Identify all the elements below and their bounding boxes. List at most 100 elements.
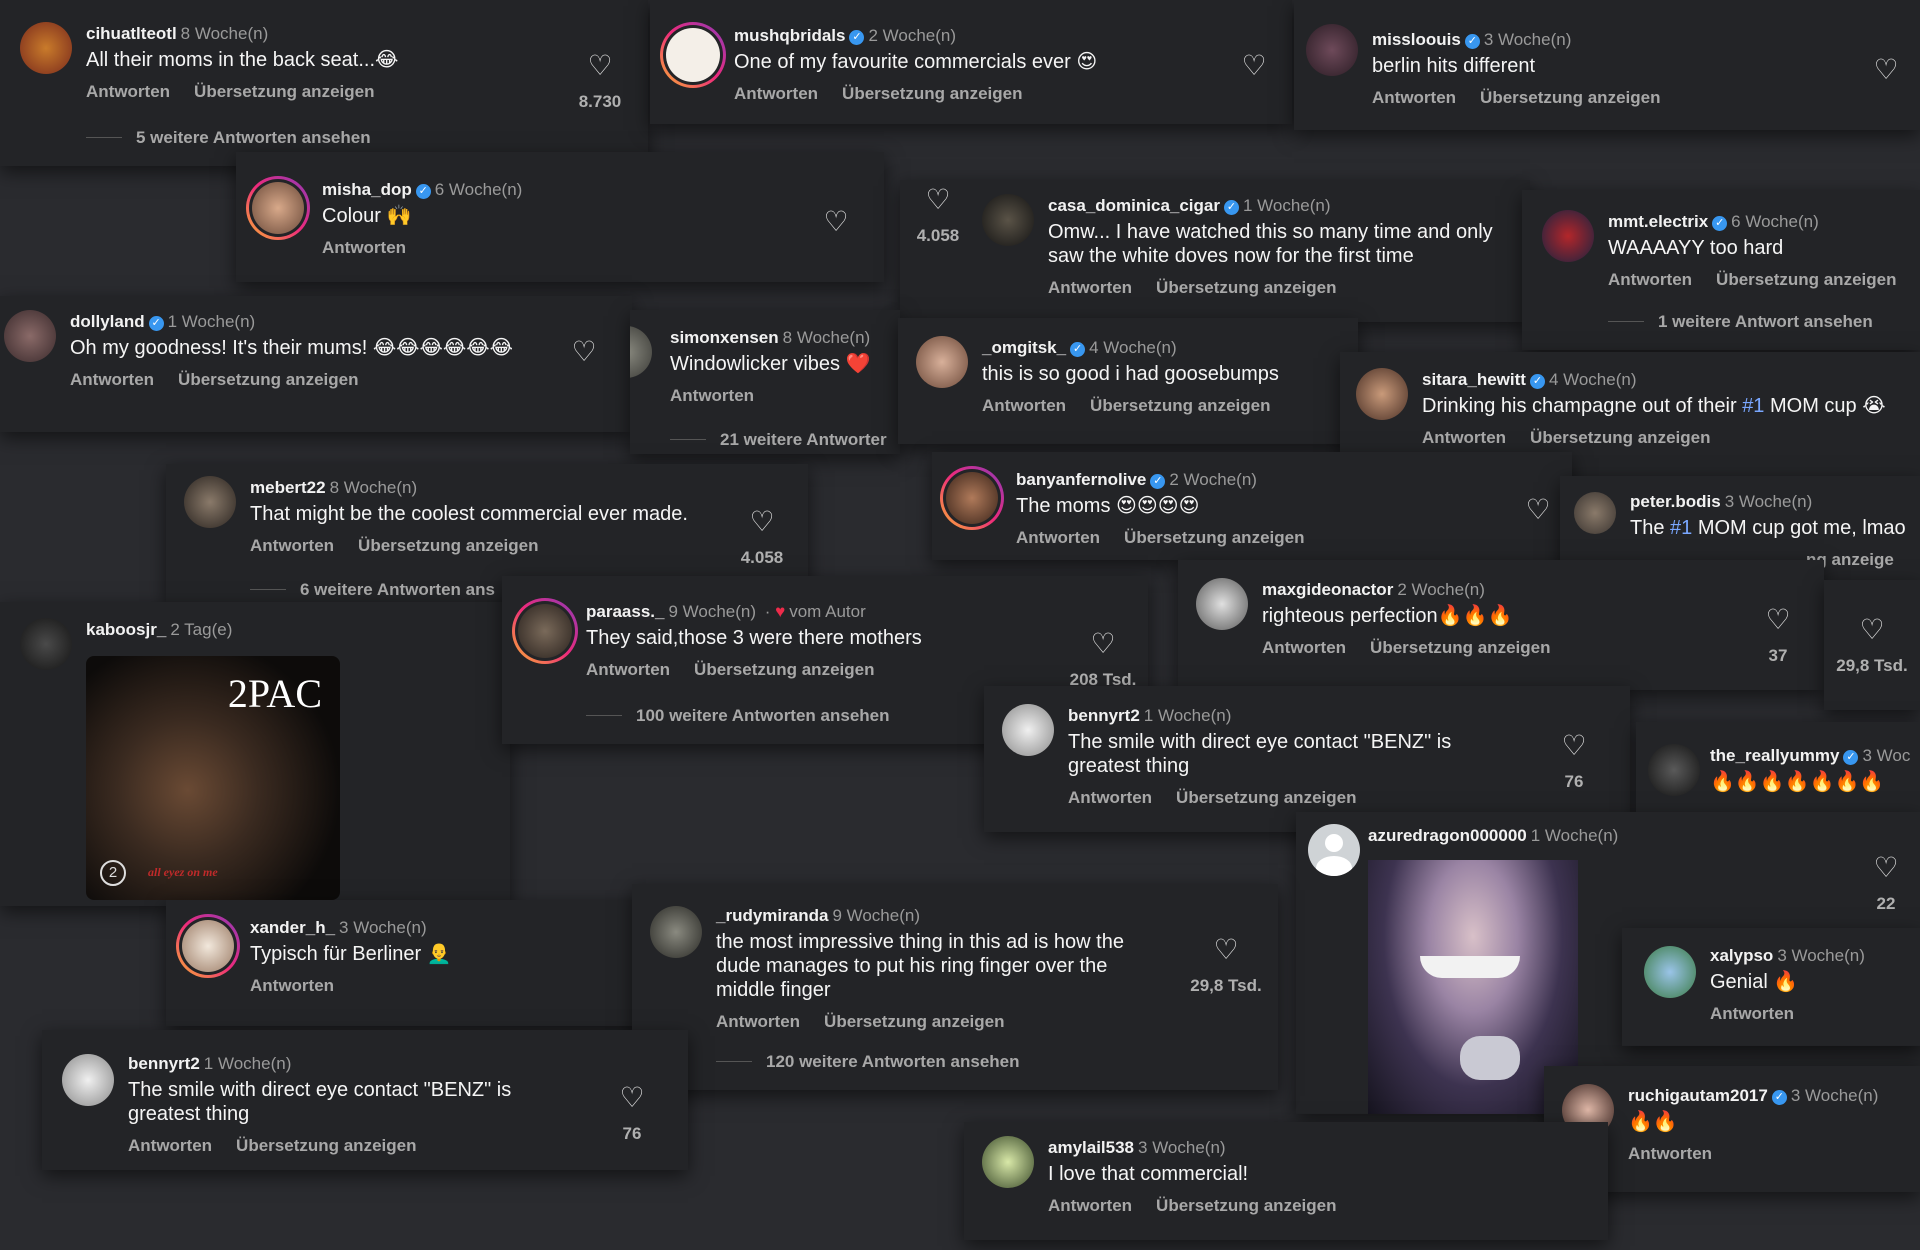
avatar[interactable] — [246, 176, 310, 240]
heart-icon[interactable]: ♡ — [602, 1084, 662, 1112]
reply-button[interactable]: Antworten — [250, 536, 334, 555]
translate-button[interactable]: Übersetzung anzeigen — [178, 370, 358, 389]
image-attachment[interactable]: 2PAC all eyez on me 2 — [86, 656, 340, 900]
like-button[interactable]: ♡ 208 Tsd. — [1058, 630, 1148, 694]
reply-button[interactable]: Antworten — [1372, 88, 1456, 107]
username[interactable]: xander_h_ — [250, 918, 335, 937]
username[interactable]: sitara_hewitt — [1422, 370, 1526, 389]
username[interactable]: mushqbridals — [734, 26, 845, 45]
translate-button[interactable]: Übersetzung anzeigen — [236, 1136, 416, 1155]
username[interactable]: the_reallyummy — [1710, 746, 1839, 765]
heart-icon[interactable]: ♡ — [1544, 732, 1604, 760]
avatar[interactable] — [512, 598, 578, 664]
reply-button[interactable]: Antworten — [322, 238, 406, 257]
translate-button[interactable]: Übersetzung anzeigen — [1156, 278, 1336, 297]
username[interactable]: bennyrt2 — [128, 1054, 200, 1073]
avatar[interactable] — [1002, 704, 1054, 756]
avatar[interactable] — [1308, 824, 1360, 876]
hashtag-link[interactable]: #1 — [1742, 395, 1764, 417]
reply-button[interactable]: Antworten — [982, 396, 1066, 415]
like-button[interactable]: ♡ 29,8 Tsd. — [1178, 936, 1274, 996]
view-replies-button[interactable]: 1 weitere Antwort ansehen — [1608, 312, 1873, 332]
view-replies-button[interactable]: 21 weitere Antworter — [670, 430, 887, 450]
reply-button[interactable]: Antworten — [86, 82, 170, 101]
avatar[interactable] — [176, 914, 240, 978]
username[interactable]: mebert22 — [250, 478, 326, 497]
avatar[interactable] — [1574, 492, 1616, 534]
username[interactable]: kaboosjr_ — [86, 620, 166, 639]
reply-button[interactable]: Antworten — [1016, 528, 1100, 547]
reply-button[interactable]: Antworten — [586, 660, 670, 679]
translate-button[interactable]: Übersetzung anzeigen — [1156, 1196, 1336, 1215]
like-button[interactable]: ♡ 76 — [602, 1084, 662, 1144]
username[interactable]: xalypso — [1710, 946, 1773, 965]
avatar[interactable] — [1542, 210, 1594, 262]
reply-button[interactable]: Antworten — [670, 386, 754, 405]
avatar[interactable] — [660, 22, 726, 88]
avatar[interactable] — [982, 194, 1034, 246]
avatar[interactable] — [20, 22, 72, 74]
like-button[interactable]: ♡ — [560, 338, 608, 366]
username[interactable]: casa_dominica_cigar — [1048, 196, 1220, 215]
username[interactable]: ruchigautam2017 — [1628, 1086, 1768, 1105]
heart-icon[interactable]: ♡ — [1514, 496, 1562, 524]
avatar[interactable] — [1644, 946, 1696, 998]
heart-icon[interactable]: ♡ — [1230, 52, 1278, 80]
avatar[interactable] — [916, 336, 968, 388]
translate-button[interactable]: Übersetzung anzeigen — [1530, 428, 1710, 447]
heart-icon[interactable]: ♡ — [1058, 630, 1148, 658]
view-replies-button[interactable]: 6 weitere Antworten ans — [250, 580, 495, 600]
reply-button[interactable]: Antworten — [1048, 1196, 1132, 1215]
translate-button[interactable]: Übersetzung anzeigen — [194, 82, 374, 101]
username[interactable]: missloouis — [1372, 30, 1461, 49]
translate-button[interactable]: Übersetzung anzeigen — [358, 536, 538, 555]
translate-button[interactable]: Übersetzung anzeigen — [842, 84, 1022, 103]
view-replies-button[interactable]: 100 weitere Antworten ansehen — [586, 706, 890, 726]
username[interactable]: bennyrt2 — [1068, 706, 1140, 725]
view-replies-button[interactable]: 5 weitere Antworten ansehen — [86, 128, 371, 148]
like-button[interactable]: ♡ — [1862, 56, 1910, 84]
reply-button[interactable]: Antworten — [1608, 270, 1692, 289]
translate-button[interactable]: Übersetzung anzeigen — [824, 1012, 1004, 1031]
reply-button[interactable]: Antworten — [70, 370, 154, 389]
like-button[interactable]: ♡ 37 — [1748, 606, 1808, 666]
avatar[interactable] — [982, 1136, 1034, 1188]
heart-icon[interactable]: ♡ — [1824, 616, 1920, 644]
username[interactable]: peter.bodis — [1630, 492, 1721, 511]
heart-icon[interactable]: ♡ — [560, 338, 608, 366]
avatar[interactable] — [20, 618, 72, 670]
translate-button[interactable]: Übersetzung anzeigen — [694, 660, 874, 679]
avatar[interactable] — [4, 310, 56, 362]
translate-button[interactable]: Übersetzung anzeigen — [1124, 528, 1304, 547]
translate-button[interactable]: Übersetzung anzeigen — [1480, 88, 1660, 107]
username[interactable]: paraass._ — [586, 602, 664, 621]
reply-button[interactable]: Antworten — [1422, 428, 1506, 447]
reply-button[interactable]: Antworten — [1262, 638, 1346, 657]
reply-button[interactable]: Antworten — [1628, 1144, 1712, 1163]
username[interactable]: simonxensen — [670, 328, 779, 347]
avatar[interactable] — [650, 906, 702, 958]
hashtag-link[interactable]: #1 — [1670, 517, 1692, 539]
reply-button[interactable]: Antworten — [716, 1012, 800, 1031]
avatar[interactable] — [1306, 24, 1358, 76]
translate-button[interactable]: Übersetzung anzeigen — [1090, 396, 1270, 415]
username[interactable]: cihuatlteotl — [86, 24, 177, 43]
username[interactable]: banyanfernolive — [1016, 470, 1146, 489]
like-button[interactable]: ♡ 4.058 — [910, 186, 966, 246]
username[interactable]: _rudymiranda — [716, 906, 828, 925]
username[interactable]: amylail538 — [1048, 1138, 1134, 1157]
like-button[interactable]: ♡ 22 — [1856, 854, 1916, 914]
username[interactable]: azuredragon000000 — [1368, 826, 1527, 845]
reply-button[interactable]: Antworten — [1048, 278, 1132, 297]
translate-button[interactable]: Übersetzung anzeigen — [1370, 638, 1550, 657]
like-button[interactable]: ♡ 8.730 — [568, 52, 632, 112]
heart-icon[interactable]: ♡ — [1748, 606, 1808, 634]
username[interactable]: misha_dop — [322, 180, 412, 199]
like-button[interactable]: ♡ 76 — [1544, 732, 1604, 792]
translate-button[interactable]: Übersetzung anzeigen — [1176, 788, 1356, 807]
avatar[interactable] — [1648, 744, 1700, 796]
heart-icon[interactable]: ♡ — [812, 208, 860, 236]
like-button[interactable]: ♡ — [1230, 52, 1278, 80]
reply-button[interactable]: Antworten — [734, 84, 818, 103]
heart-icon[interactable]: ♡ — [1178, 936, 1274, 964]
